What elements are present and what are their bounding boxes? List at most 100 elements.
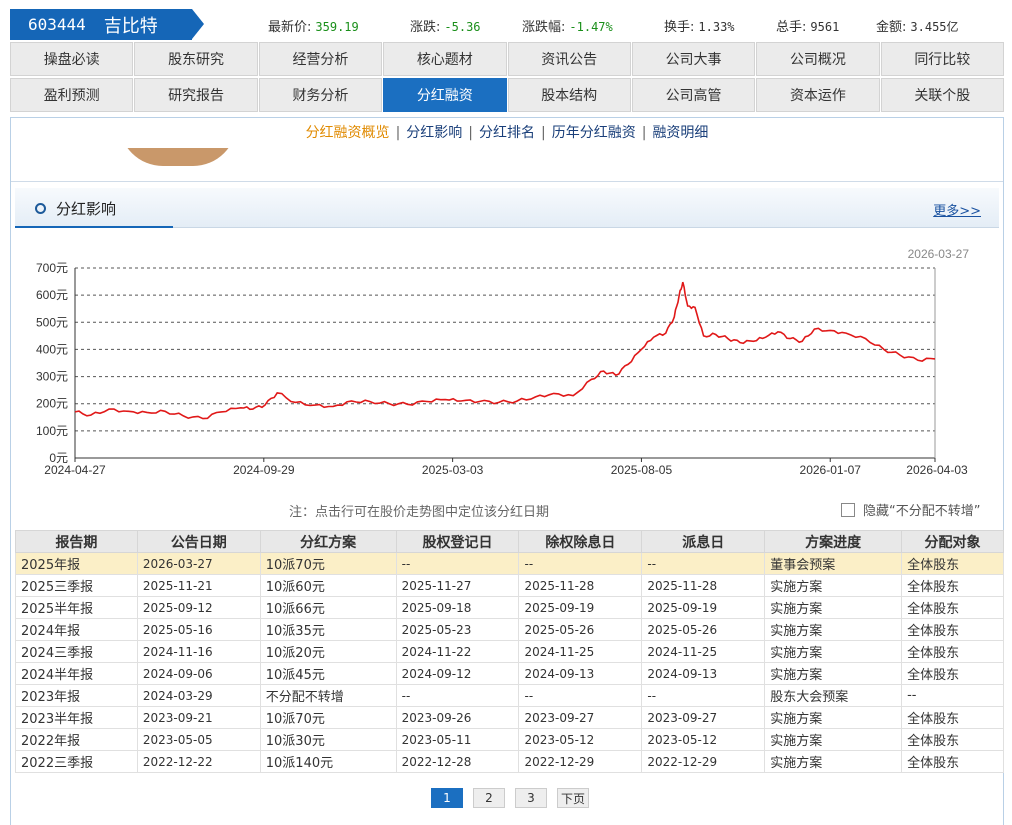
table-cell: 全体股东 [901,728,1004,751]
subnav-link[interactable]: 分红融资概览 [306,125,390,141]
tab-nav_row2-7[interactable]: 关联个股 [880,78,1004,112]
tab-nav_row2-4[interactable]: 股本结构 [507,78,631,112]
page-button[interactable]: 3 [515,788,547,808]
y-tick-label: 300元 [36,370,68,384]
stock-name: 吉比特 [103,15,158,37]
tab-nav_row2-6[interactable]: 资本运作 [756,78,880,112]
quote-item: 最新价: 359.19 [268,16,359,35]
page-button[interactable]: 下页 [557,788,589,808]
quote-label: 总手: [776,20,807,35]
table-row[interactable]: 2023年报 2024-03-29 不分配不转增 -- -- -- 股东大会预案 -- [15,684,1004,707]
y-tick-label: 200元 [36,397,68,411]
table-cell: -- [641,552,766,575]
y-tick-label: 600元 [36,288,68,302]
tab-nav_row1-5[interactable]: 公司大事 [631,42,756,76]
table-row[interactable]: 2022年报 2023-05-05 10派30元 2023-05-11 2023-05-… [15,728,1004,751]
table-cell: 2025三季报 [15,574,138,597]
table-cell: 2025-05-16 [136,618,261,641]
table-cell: 2022年报 [15,728,138,751]
tab-nav_row2-0[interactable]: 盈利预测 [10,78,134,112]
table-cell: 2025-09-12 [136,596,261,619]
table-row[interactable]: 2024年报 2025-05-16 10派35元 2025-05-23 2025-05-… [15,618,1004,641]
table-cell: -- [901,684,1004,707]
x-tick-label: 2024-09-29 [233,463,295,477]
section-underline [15,226,173,228]
table-header: 报告期 [15,530,138,553]
table-cell: 2025-11-27 [395,574,520,597]
table-cell: 2022三季报 [15,750,138,773]
subnav-link[interactable]: 分红排名 [479,125,535,141]
table-cell: -- [395,552,520,575]
table-cell: 董事会预案 [764,552,903,575]
tab-nav_row1-6[interactable]: 公司概况 [756,42,880,76]
tab-nav_row2-1[interactable]: 研究报告 [134,78,258,112]
page-button[interactable]: 2 [473,788,505,808]
table-cell: 全体股东 [901,706,1004,729]
table-cell: 2024三季报 [15,640,138,663]
table-cell: 2025-11-21 [136,574,261,597]
table-cell: 2025半年报 [15,596,138,619]
circle-bullet-icon [35,203,46,214]
table-row[interactable]: 2022三季报 2022-12-22 10派140元 2022-12-28 2022-1… [15,750,1004,773]
table-cell: 2023半年报 [15,706,138,729]
x-tick-label: 2026-04-03 [906,463,968,477]
table-row[interactable]: 2025半年报 2025-09-12 10派66元 2025-09-18 2025-09… [15,596,1004,619]
table-row[interactable]: 2025年报 2026-03-27 10派70元 -- -- -- 董事会预案 全体股东 [15,552,1004,575]
table-row[interactable]: 2025三季报 2025-11-21 10派60元 2025-11-27 2025-11… [15,574,1004,597]
cursor-date-label: 2026-03-27 [908,247,970,261]
table-cell: 2025年报 [15,552,138,575]
quote-value: -1.47% [569,20,613,34]
table-cell: 实施方案 [764,750,903,773]
table-cell: -- [641,684,766,707]
table-cell: 10派70元 [259,552,397,575]
table-row[interactable]: 2023半年报 2023-09-21 10派70元 2023-09-26 2023-09… [15,706,1004,729]
tab-nav_row2-3[interactable]: 分红融资 [383,78,507,112]
table-header: 分红方案 [259,530,397,553]
table-note: 注：点击行可在股价走势图中定位该分红日期 [289,505,550,520]
tab-nav_row2-5[interactable]: 公司高管 [631,78,756,112]
stock-title: 603444 吉比特 [10,9,204,40]
upper-chart-remnant [11,148,1003,182]
quote-item: 涨跌: -5.36 [410,16,481,35]
price-chart-svg[interactable]: 0元100元200元300元400元500元600元700元2026-03-27… [11,246,1005,486]
table-cell: 实施方案 [764,640,903,663]
table-cell: 实施方案 [764,662,903,685]
table-header: 方案进度 [764,530,903,553]
tab-nav_row1-2[interactable]: 经营分析 [258,42,383,76]
table-cell: 2024-09-12 [395,662,520,685]
y-tick-label: 700元 [36,261,68,275]
table-cell: 全体股东 [901,552,1004,575]
table-cell: 实施方案 [764,596,903,619]
hide-no-dividend-toggle[interactable]: 隐藏“不分配不转增” [841,500,980,519]
tab-nav_row2-2[interactable]: 财务分析 [258,78,383,112]
table-cell: 10派30元 [259,728,397,751]
subnav-link[interactable]: 历年分红融资 [552,125,636,141]
table-cell: 2024-09-13 [518,662,643,685]
quote-label: 金额: [876,20,907,35]
tab-nav_row1-1[interactable]: 股东研究 [134,42,258,76]
y-tick-label: 100元 [36,424,68,438]
table-cell: 10派35元 [259,618,397,641]
quote-label: 涨跌幅: [522,20,566,35]
tab-nav_row1-3[interactable]: 核心题材 [383,42,507,76]
table-header: 分配对象 [901,530,1004,553]
more-link[interactable]: 更多>> [933,200,981,219]
table-row[interactable]: 2024半年报 2024-09-06 10派45元 2024-09-12 2024-09… [15,662,1004,685]
tab-nav_row1-4[interactable]: 资讯公告 [507,42,631,76]
table-cell: 10派70元 [259,706,397,729]
hide-checkbox[interactable] [841,502,855,517]
subnav-link[interactable]: 融资明细 [652,125,708,141]
tab-nav_row1-7[interactable]: 同行比较 [880,42,1004,76]
table-cell: 2026-03-27 [136,552,261,575]
table-cell: 不分配不转增 [259,684,397,707]
page-button[interactable]: 1 [431,788,463,808]
table-cell: 2023-09-21 [136,706,261,729]
table-row[interactable]: 2024三季报 2024-11-16 10派20元 2024-11-22 2024-11… [15,640,1004,663]
table-cell: 全体股东 [901,640,1004,663]
table-cell: 2022-12-29 [518,750,643,773]
tab-nav_row1-0[interactable]: 操盘必读 [10,42,134,76]
quote-item: 涨跌幅: -1.47% [522,16,613,35]
table-cell: -- [395,684,520,707]
subnav-link[interactable]: 分红影响 [406,125,462,141]
table-cell: 10派20元 [259,640,397,663]
